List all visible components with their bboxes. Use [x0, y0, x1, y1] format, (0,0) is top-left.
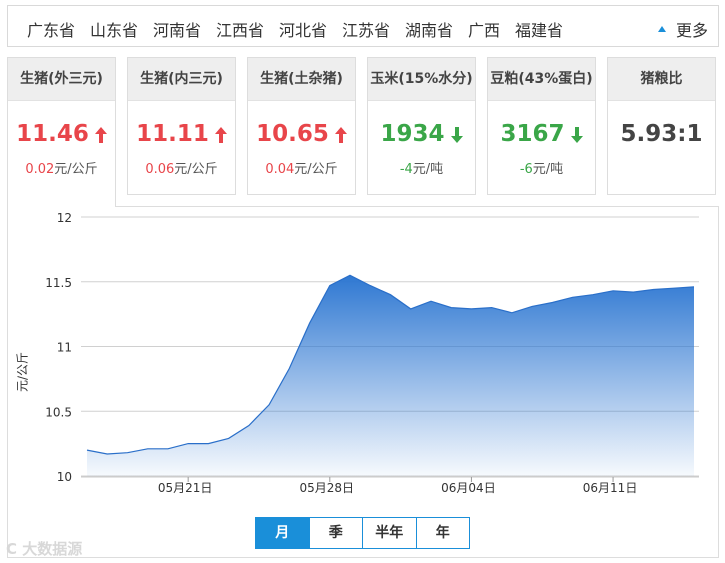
- card-price: 11.46: [8, 121, 115, 147]
- y-tick-label: 12: [57, 211, 72, 225]
- range-tab[interactable]: 年: [415, 518, 469, 548]
- x-tick-label: 06月11日: [583, 481, 638, 495]
- range-tabs: 月季半年年: [255, 517, 470, 549]
- arrow-up-icon: [94, 126, 107, 143]
- card-change-value: 0.02: [25, 162, 55, 177]
- x-tick-label: 05月21日: [158, 481, 213, 495]
- card-price-value: 11.46: [16, 121, 89, 147]
- price-card[interactable]: 生猪(外三元) 11.46 0.02元/公斤: [7, 57, 116, 207]
- range-tab[interactable]: 半年: [362, 518, 416, 548]
- range-tab[interactable]: 月: [256, 518, 309, 548]
- y-axis-label: 元/公斤: [15, 351, 30, 393]
- card-change-unit: 元/公斤: [54, 162, 98, 177]
- y-tick-label: 10: [57, 470, 72, 484]
- card-change: 0.02元/公斤: [8, 158, 115, 177]
- y-tick-label: 10.5: [45, 405, 72, 419]
- y-tick-label: 11: [57, 341, 72, 355]
- y-tick-label: 11.5: [45, 276, 72, 290]
- card-title: 生猪(外三元): [8, 58, 115, 101]
- range-tab[interactable]: 季: [308, 518, 362, 548]
- x-tick-label: 05月28日: [300, 481, 355, 495]
- watermark: C 大数据源: [6, 540, 83, 558]
- x-tick-label: 06月04日: [441, 481, 496, 495]
